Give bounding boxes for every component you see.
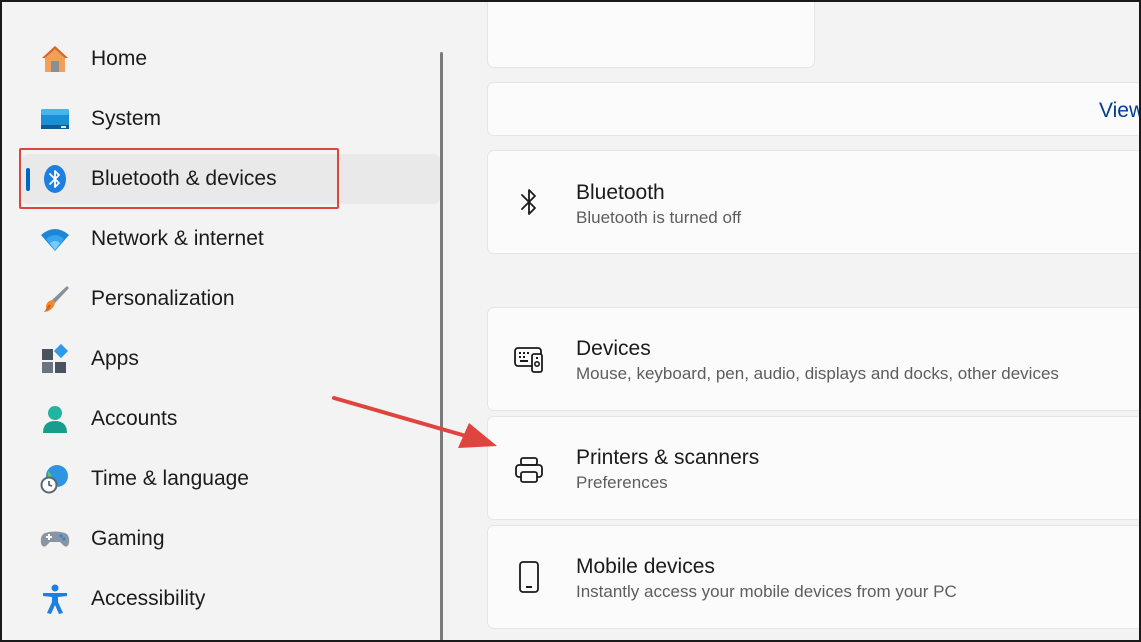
annotation-arrow bbox=[332, 396, 497, 448]
